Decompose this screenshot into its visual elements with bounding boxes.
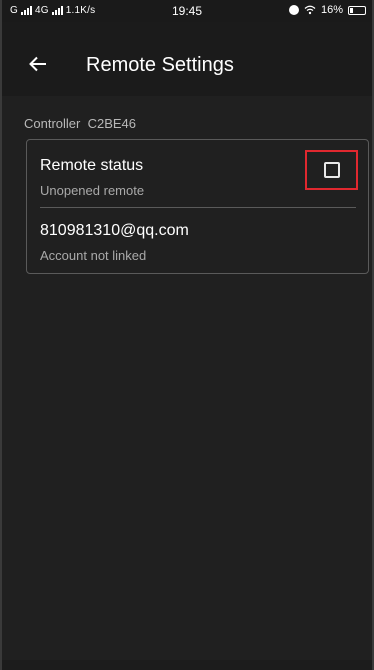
battery-icon [348, 5, 366, 15]
remote-status-subtitle: Unopened remote [40, 183, 145, 198]
bottom-bar [2, 660, 372, 670]
app-bar: Remote Settings [2, 22, 372, 96]
account-email: 810981310@qq.com [40, 222, 189, 239]
wifi-icon [304, 5, 316, 15]
status-bar: G 4G 1.1K/s 19:45 16% [2, 0, 372, 22]
checkbox-highlight [305, 150, 358, 190]
arrow-left-icon [29, 56, 46, 72]
back-button[interactable] [26, 52, 50, 76]
battery-percent: 16% [320, 4, 343, 16]
remote-status-checkbox[interactable] [324, 162, 340, 178]
remote-status-title: Remote status [40, 157, 144, 174]
alarm-icon [288, 5, 299, 15]
controller-label: Controller C2BE46 [24, 116, 136, 131]
page-title: Remote Settings [86, 54, 234, 76]
remote-settings-card: Remote status Unopened remote 810981310@… [26, 139, 369, 274]
account-status: Account not linked [40, 248, 147, 263]
card-divider [40, 207, 356, 208]
phone-screen: G 4G 1.1K/s 19:45 16% Remote Settings Co… [0, 0, 374, 670]
status-right: 16% [288, 4, 366, 16]
